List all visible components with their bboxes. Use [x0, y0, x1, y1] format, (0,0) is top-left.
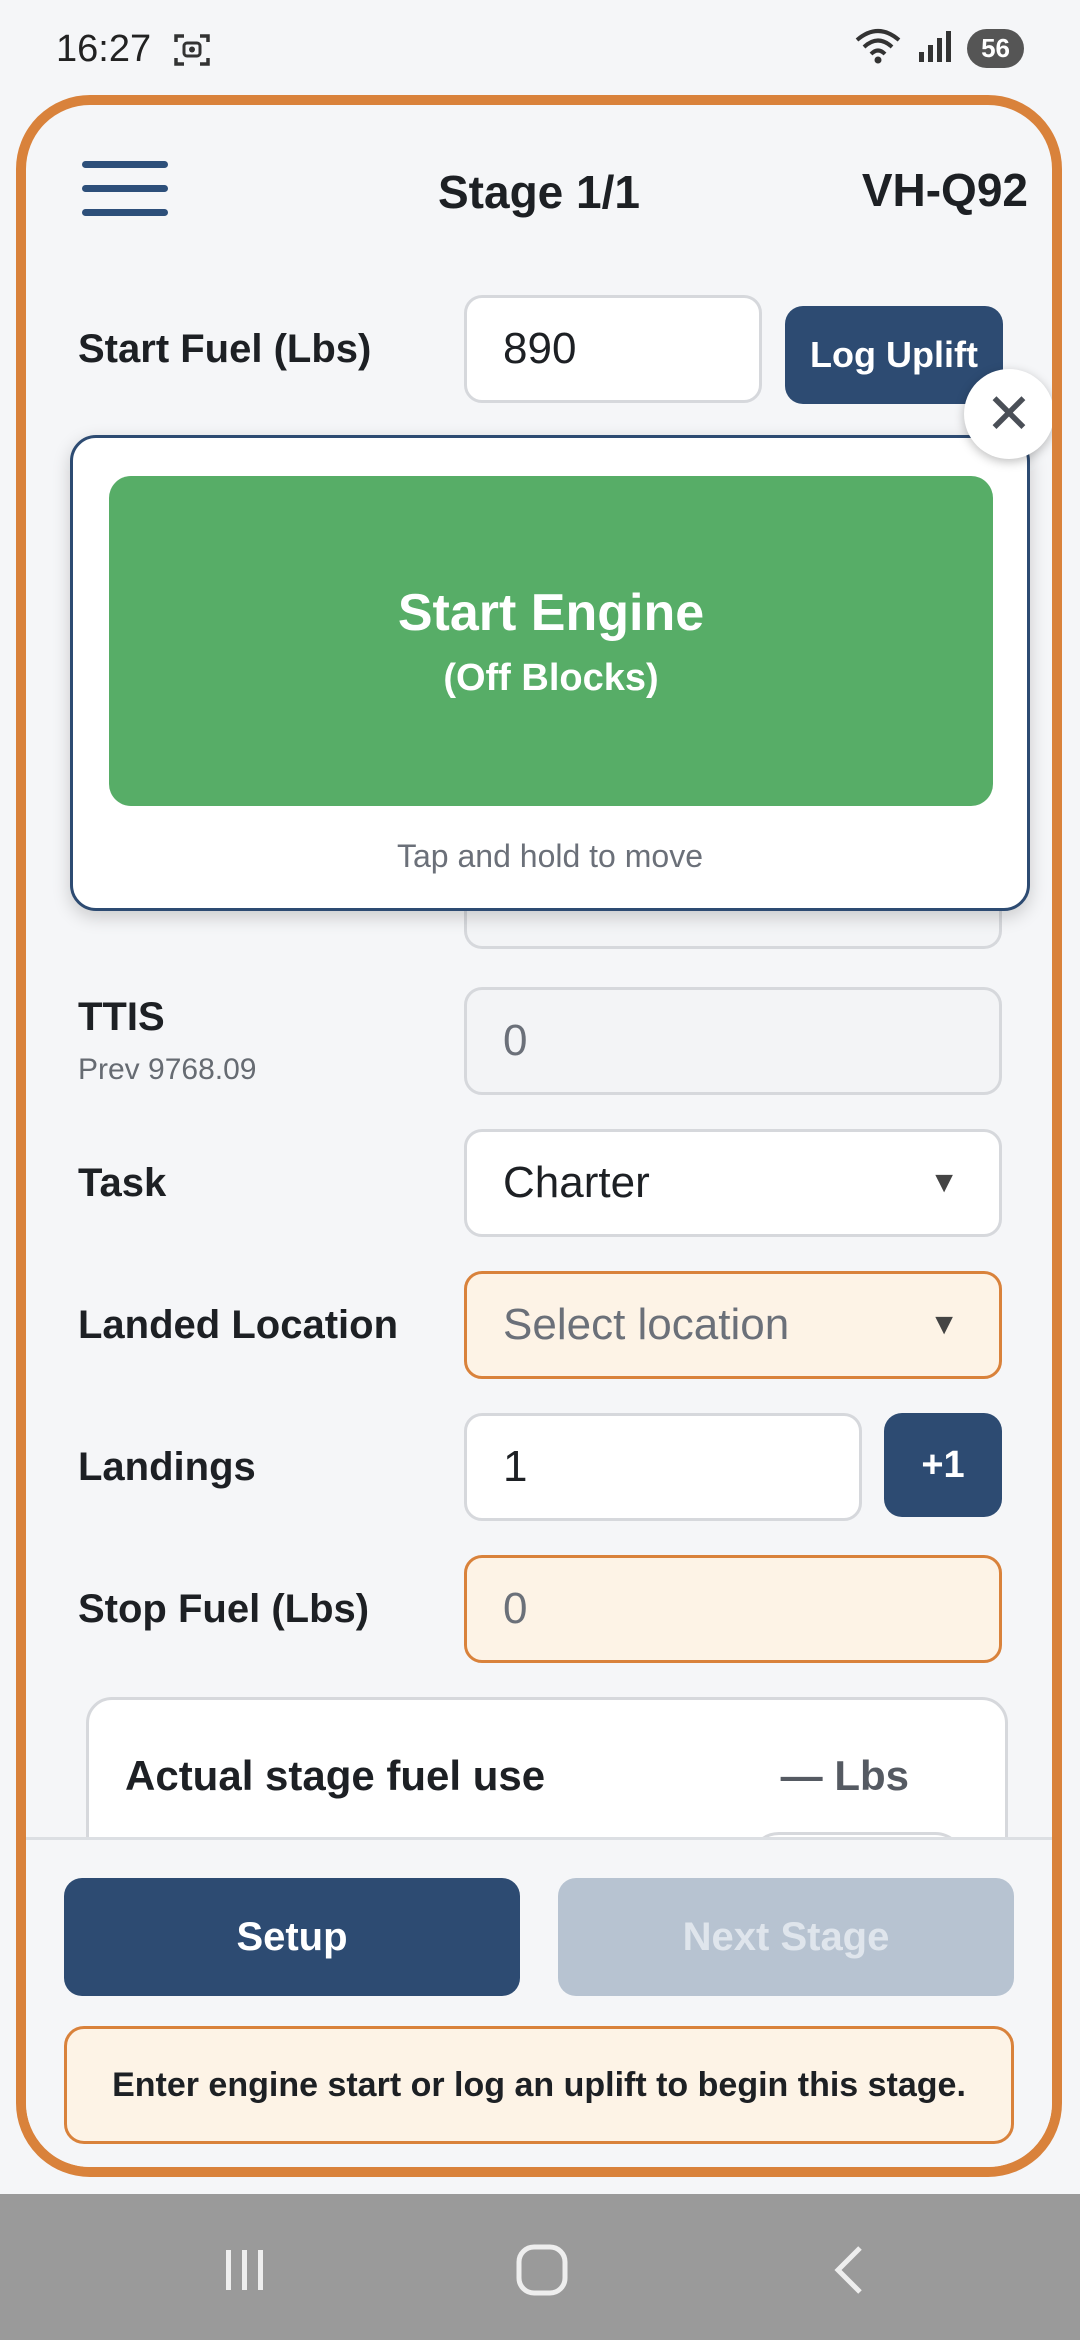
start-engine-title: Start Engine — [397, 583, 705, 642]
status-icons: 56 — [853, 26, 1024, 71]
system-nav-bar — [0, 2194, 1080, 2340]
stop-fuel-label: Stop Fuel (Lbs) — [78, 1587, 370, 1631]
drag-hint: Tap and hold to move — [397, 838, 703, 874]
stage-notice: Enter engine start or log an uplift to b… — [64, 2026, 1014, 2144]
start-engine-subtitle: (Off Blocks) — [443, 656, 659, 699]
status-bar: 16:27 56 — [0, 0, 1080, 100]
recent-apps-icon[interactable] — [216, 2242, 272, 2303]
wifi-icon — [853, 26, 903, 71]
start-fuel-label: Start Fuel (Lbs) — [78, 327, 372, 371]
landings-label: Landings — [78, 1445, 256, 1489]
ttis-label: TTIS — [78, 995, 165, 1039]
setup-button[interactable]: Setup — [64, 1878, 520, 1996]
ttis-previous: Prev 9768.09 — [78, 1053, 257, 1086]
bottom-action-bar: Setup Next Stage Enter engine start or l… — [26, 1837, 1052, 2167]
landed-location-label: Landed Location — [78, 1303, 398, 1347]
dropdown-caret-icon: ▼ — [929, 1166, 959, 1199]
ttis-input[interactable]: 0 — [464, 987, 1002, 1095]
aircraft-registration: VH-Q92 — [861, 164, 1028, 216]
screen-capture-icon — [172, 30, 212, 75]
status-time: 16:27 — [56, 28, 152, 70]
start-fuel-input[interactable]: 890 — [464, 295, 762, 403]
landed-location-select[interactable]: Select location ▼ — [464, 1271, 1002, 1379]
landings-input[interactable]: 1 — [464, 1413, 862, 1521]
landed-location-placeholder: Select location — [503, 1300, 790, 1349]
next-stage-button[interactable]: Next Stage — [558, 1878, 1014, 1996]
close-icon[interactable]: ✕ — [964, 369, 1052, 459]
task-select-value: Charter — [503, 1158, 650, 1207]
signal-icon — [917, 28, 953, 69]
fuel-use-value: — Lbs — [780, 1752, 909, 1799]
stop-fuel-input[interactable]: 0 — [464, 1555, 1002, 1663]
fuel-use-label: Actual stage fuel use — [125, 1752, 546, 1799]
home-icon[interactable] — [514, 2242, 570, 2303]
landings-increment-button[interactable]: +1 — [884, 1413, 1002, 1517]
back-icon[interactable] — [822, 2242, 878, 2303]
floating-start-engine-panel[interactable]: Start Engine (Off Blocks) Tap and hold t… — [70, 435, 1030, 911]
app-frame: Stage 1/1 VH-Q92 Start Fuel (Lbs) 890 Lo… — [16, 95, 1062, 2177]
task-label: Task — [78, 1161, 167, 1205]
battery-icon: 56 — [967, 29, 1024, 68]
dropdown-caret-icon: ▼ — [929, 1308, 959, 1341]
task-select[interactable]: Charter ▼ — [464, 1129, 1002, 1237]
start-engine-button[interactable]: Start Engine (Off Blocks) — [109, 476, 993, 806]
